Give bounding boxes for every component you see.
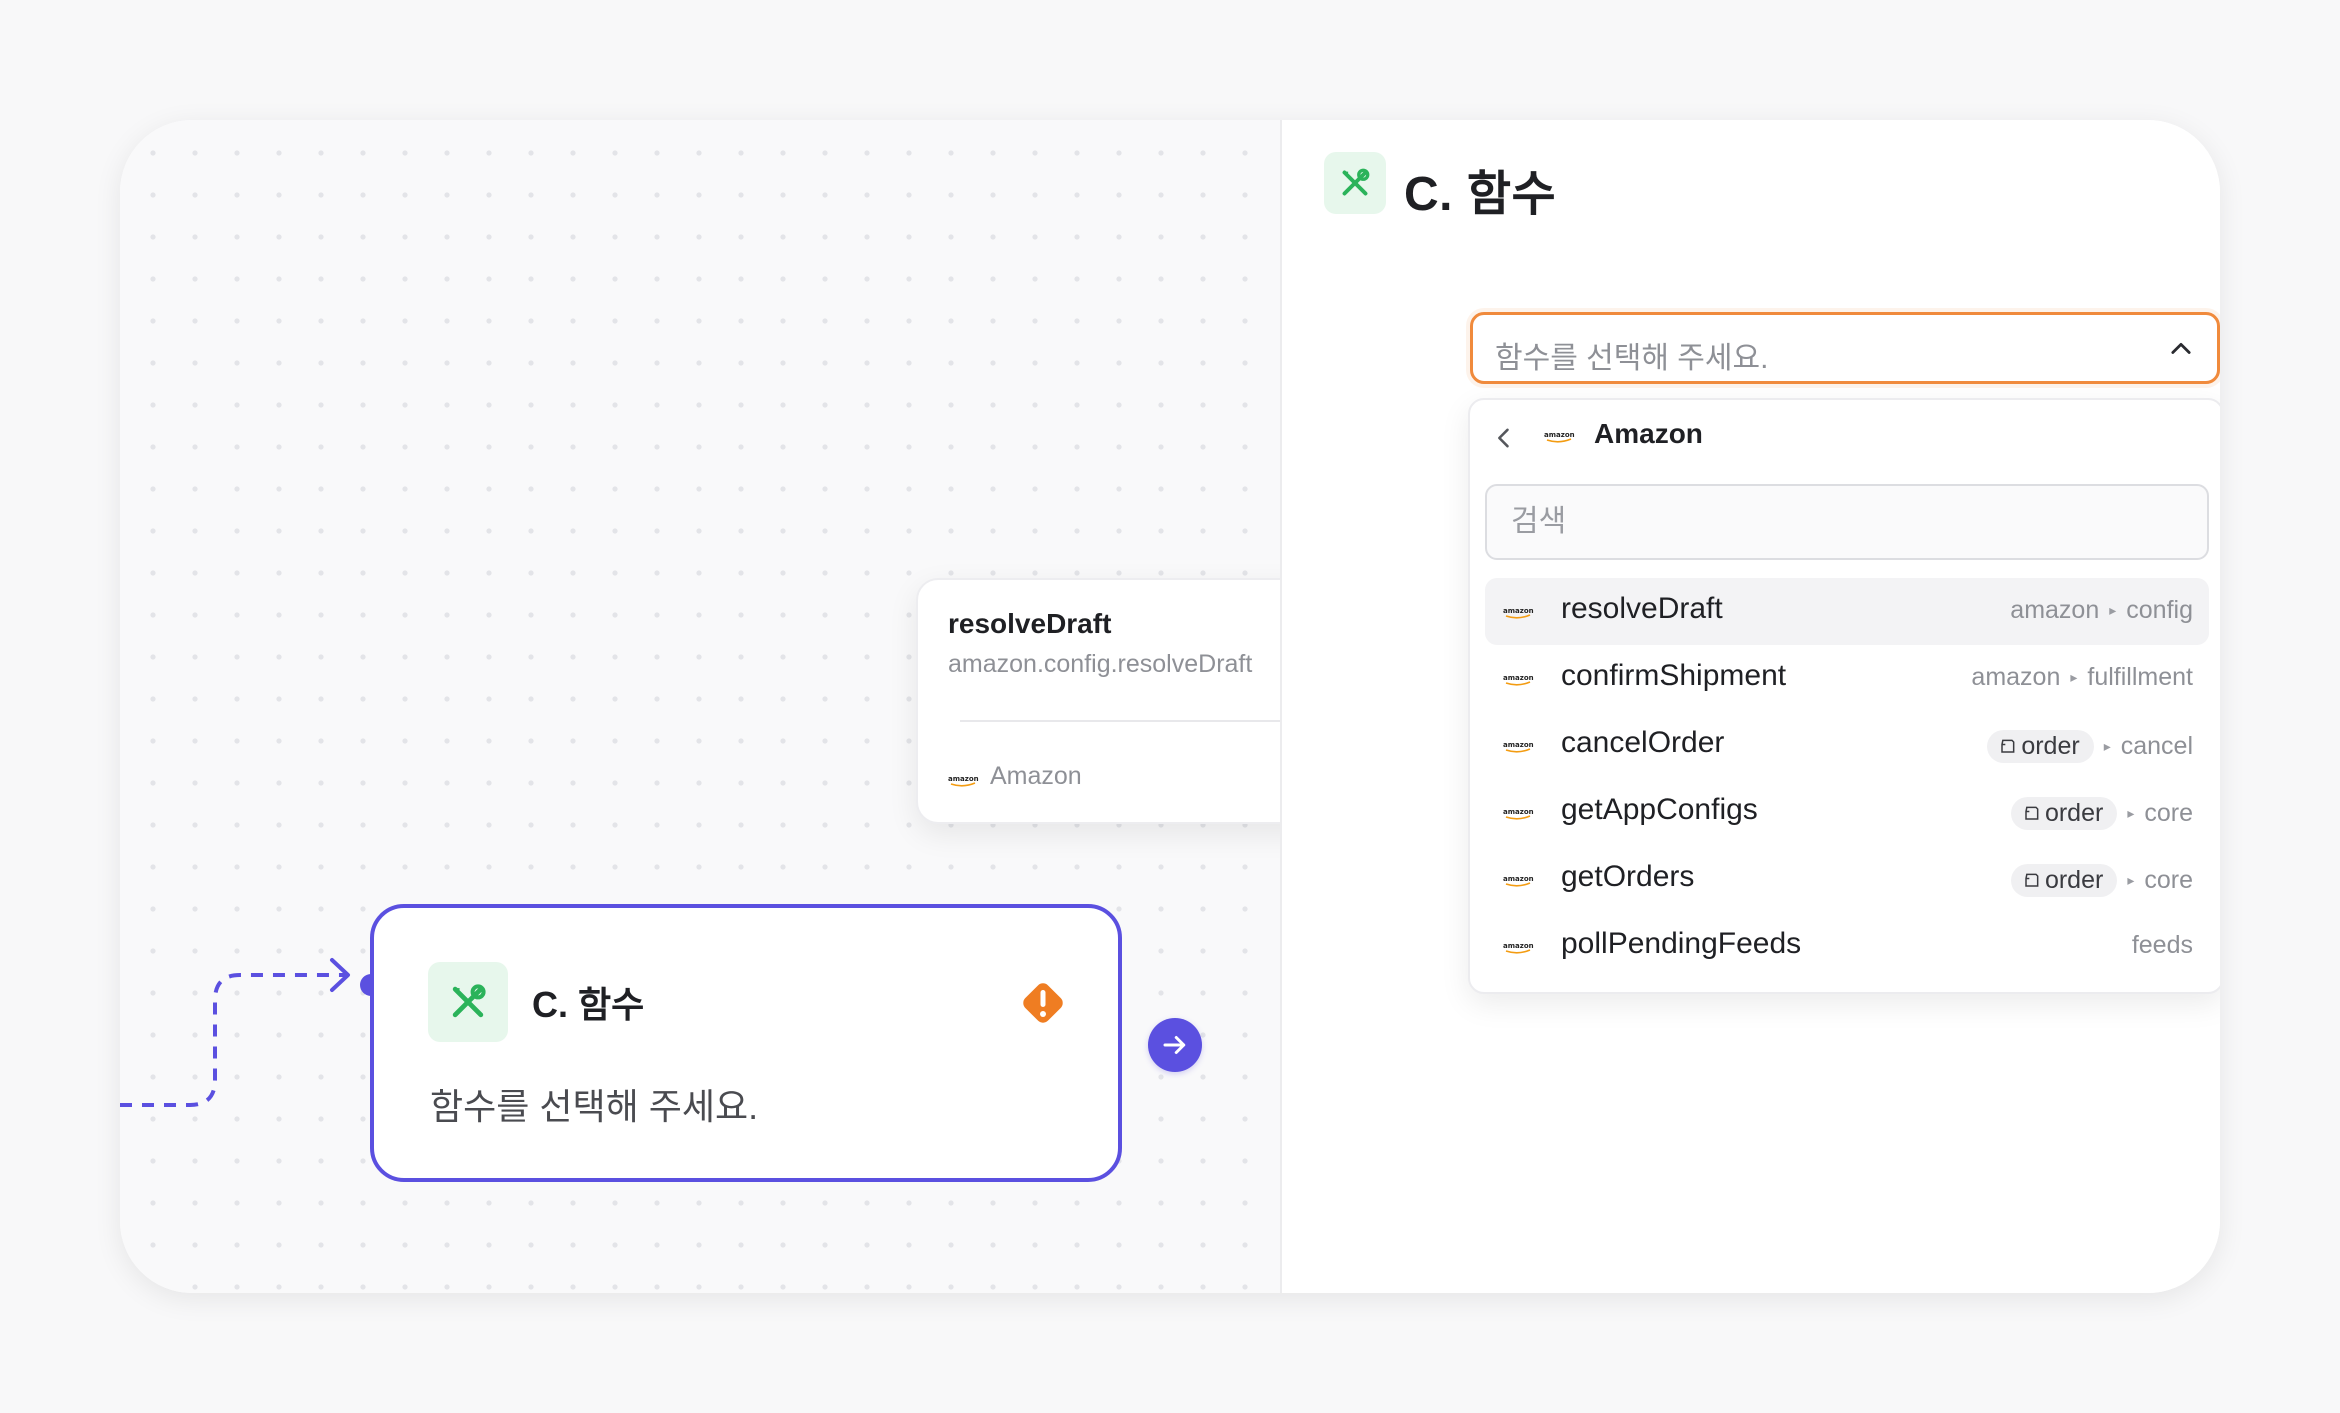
function-node[interactable]: C. 함수 함수를 선택해 주세요. — [370, 904, 1122, 1182]
namespace-chip: order — [1987, 730, 2094, 763]
function-option-path: order ▸ core — [2010, 864, 2193, 897]
dropdown-brand-title: Amazon — [1594, 418, 1703, 449]
path-segment: core — [2144, 799, 2193, 827]
amazon-logo-icon: amazon — [1503, 807, 1535, 826]
amazon-logo-icon: amazon — [1503, 673, 1535, 692]
app-window: C. 함수 함수를 선택해 주세요. resolveDraft amazon.c… — [120, 120, 2220, 1293]
path-segment: feeds — [2131, 931, 2193, 959]
node-settings-panel: C. 함수 함수를 선택해 주세요. amazon Amazon amazon r… — [1282, 120, 2220, 1293]
node-description: 함수를 선택해 주세요. — [430, 1086, 759, 1127]
svg-text:amazon: amazon — [1503, 808, 1534, 816]
function-list: amazon resolveDraft amazon ▸ config amazon con… — [1485, 578, 2209, 980]
preview-brand: Amazon — [990, 762, 1082, 790]
function-option-name: confirmShipment — [1561, 659, 1787, 692]
amazon-logo-icon: amazon — [948, 775, 979, 787]
amazon-logo-icon: amazon — [1503, 740, 1535, 759]
function-option-resolveDraft[interactable]: amazon resolveDraft amazon ▸ config — [1485, 578, 2209, 645]
function-option-name: getOrders — [1561, 860, 1695, 893]
amazon-logo-icon: amazon — [1503, 941, 1535, 960]
chip-label: order — [2044, 866, 2104, 894]
chevron-up-icon[interactable] — [2167, 335, 2195, 363]
svg-text:amazon: amazon — [1503, 674, 1534, 682]
function-option-path: amazon ▸ config — [2010, 596, 2193, 625]
path-segment: cancel — [2120, 732, 2193, 760]
path-separator-icon: ▸ — [2103, 738, 2111, 754]
function-option-path: order ▸ cancel — [1987, 730, 2193, 763]
function-option-pollPendingFeeds[interactable]: amazon pollPendingFeeds feeds — [1485, 913, 2209, 980]
svg-text:amazon: amazon — [948, 775, 979, 783]
add-next-node-button[interactable] — [1148, 1018, 1202, 1072]
function-option-confirmShipment[interactable]: amazon confirmShipment amazon ▸ fulfillment — [1485, 645, 2209, 712]
path-segment: core — [2144, 866, 2193, 894]
path-segment: amazon — [2010, 596, 2100, 624]
tools-icon — [428, 962, 508, 1042]
preview-path: amazon.config.resolveDraft — [948, 650, 1253, 678]
amazon-logo-icon: amazon — [1503, 874, 1535, 893]
preview-title: resolveDraft — [948, 608, 1112, 639]
svg-text:amazon: amazon — [1503, 875, 1534, 883]
path-separator-icon: ▸ — [2070, 669, 2078, 685]
function-option-getOrders[interactable]: amazon getOrders order ▸ core — [1485, 846, 2209, 913]
node-title: C. 함수 — [532, 984, 645, 1025]
svg-text:amazon: amazon — [1503, 607, 1534, 615]
function-option-getAppConfigs[interactable]: amazon getAppConfigs order ▸ core — [1485, 779, 2209, 846]
amazon-logo-icon: amazon — [1503, 606, 1535, 625]
search-input[interactable] — [1487, 486, 2207, 558]
svg-text:amazon: amazon — [1503, 942, 1534, 950]
path-segment: fulfillment — [2087, 663, 2193, 691]
amazon-logo-icon: amazon — [1544, 431, 1575, 443]
tag-icon — [1997, 737, 2017, 757]
tag-icon — [2021, 804, 2041, 824]
select-placeholder: 함수를 선택해 주세요. — [1495, 342, 1769, 375]
path-separator-icon: ▸ — [2127, 872, 2135, 888]
tag-icon — [2021, 871, 2041, 891]
search-field[interactable] — [1485, 484, 2209, 560]
path-segment: config — [2126, 596, 2193, 624]
namespace-chip: order — [2010, 864, 2118, 897]
chevron-left-icon[interactable] — [1490, 422, 1518, 454]
chip-label: order — [2044, 799, 2104, 827]
function-select[interactable]: 함수를 선택해 주세요. — [1470, 312, 2220, 384]
panel-title: C. 함수 — [1404, 168, 1557, 221]
function-option-name: cancelOrder — [1561, 726, 1725, 759]
path-segment: amazon — [1971, 663, 2061, 691]
chip-label: order — [2021, 732, 2080, 760]
svg-text:amazon: amazon — [1544, 431, 1575, 439]
tools-icon — [1324, 152, 1386, 214]
svg-text:amazon: amazon — [1503, 741, 1534, 749]
function-option-name: pollPendingFeeds — [1561, 927, 1802, 960]
arrow-right-icon — [1163, 1036, 1186, 1054]
path-separator-icon: ▸ — [2109, 602, 2117, 618]
warning-icon[interactable] — [1016, 976, 1070, 1030]
flow-canvas[interactable]: C. 함수 함수를 선택해 주세요. resolveDraft amazon.c… — [120, 120, 1462, 1293]
path-separator-icon: ▸ — [2127, 805, 2135, 821]
function-dropdown: amazon Amazon amazon resolveDraft amazon ▸ c… — [1468, 398, 2220, 994]
function-option-path: feeds — [2132, 931, 2193, 960]
namespace-chip: order — [2010, 797, 2118, 830]
function-option-path: order ▸ core — [2010, 797, 2193, 830]
function-option-cancelOrder[interactable]: amazon cancelOrder order ▸ cancel — [1485, 712, 2209, 779]
function-option-path: amazon ▸ fulfillment — [1971, 663, 2193, 692]
function-option-name: resolveDraft — [1561, 592, 1723, 625]
function-option-name: getAppConfigs — [1561, 793, 1758, 826]
